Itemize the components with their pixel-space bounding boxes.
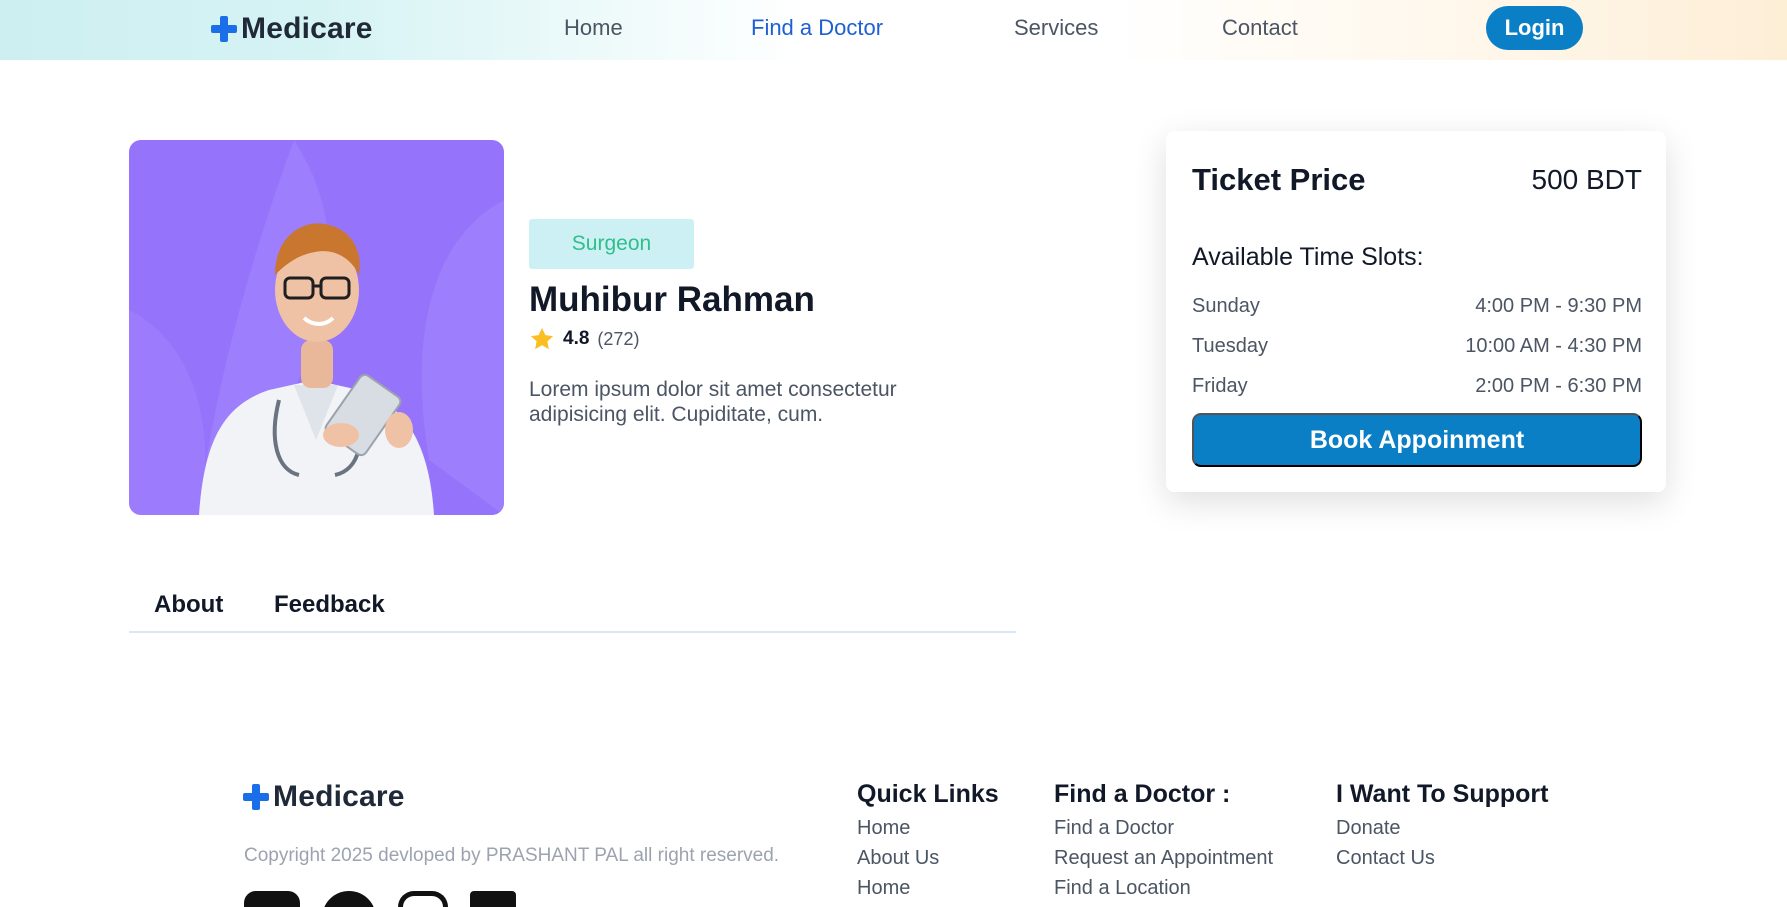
footer-column-title: Find a Doctor : [1054, 780, 1231, 808]
footer-link[interactable]: Request an Appointment [1054, 843, 1273, 873]
brand-name: Medicare [241, 12, 373, 45]
footer-column-find-a-doctor: Find a Doctor : Find a Doctor Request an… [1054, 780, 1273, 903]
ticket-panel: Ticket Price 500 BDT Available Time Slot… [1166, 131, 1666, 492]
rating-score: 4.8 [563, 328, 590, 349]
time-slot: Friday 2:00 PM - 6:30 PM [1192, 375, 1642, 403]
specialty-badge: Surgeon [529, 219, 694, 269]
profile-tabs: About Feedback [129, 583, 1016, 633]
brand-logo[interactable]: Medicare [211, 12, 373, 46]
footer-link[interactable]: Contact Us [1336, 843, 1548, 873]
time-slot: Tuesday 10:00 AM - 4:30 PM [1192, 335, 1642, 363]
copyright-text: Copyright 2025 devloped by PRASHANT PAL … [244, 845, 780, 866]
star-icon [530, 327, 554, 350]
time-slots-title: Available Time Slots: [1192, 243, 1424, 271]
slot-time: 2:00 PM - 6:30 PM [1475, 375, 1642, 397]
slot-time: 4:00 PM - 9:30 PM [1475, 295, 1642, 317]
footer-link[interactable]: Find a Location [1054, 873, 1273, 903]
tab-about[interactable]: About [154, 591, 223, 619]
footer-link[interactable]: Donate [1336, 813, 1548, 843]
time-slot: Sunday 4:00 PM - 9:30 PM [1192, 295, 1642, 323]
nav-home[interactable]: Home [564, 15, 623, 41]
login-button[interactable]: Login [1486, 6, 1583, 50]
doctor-name: Muhibur Rahman [529, 280, 815, 319]
instagram-icon[interactable] [398, 891, 448, 907]
tab-feedback[interactable]: Feedback [274, 591, 385, 619]
slot-time: 10:00 AM - 4:30 PM [1465, 335, 1642, 357]
ticket-price-label: Ticket Price [1192, 162, 1366, 197]
site-header: Medicare Home Find a Doctor Services Con… [0, 0, 1787, 60]
footer-link[interactable]: About Us [857, 843, 999, 873]
slot-day: Friday [1192, 375, 1248, 397]
slot-day: Sunday [1192, 295, 1260, 317]
linkedin-icon[interactable] [470, 891, 516, 907]
footer-brand-name: Medicare [273, 780, 405, 813]
doctor-description: Lorem ipsum dolor sit amet consectetur a… [529, 378, 897, 426]
github-icon[interactable] [322, 891, 376, 907]
book-appointment-button[interactable]: Book Appoinment [1192, 413, 1642, 467]
youtube-icon[interactable] [244, 891, 300, 907]
social-links [244, 891, 516, 907]
footer-brand-logo[interactable]: Medicare [243, 780, 405, 814]
ticket-price-value: 500 BDT [1531, 164, 1643, 195]
footer-link[interactable]: Find a Doctor [1054, 813, 1273, 843]
nav-find-a-doctor[interactable]: Find a Doctor [751, 15, 883, 41]
medical-cross-icon [211, 16, 237, 42]
medical-cross-icon [243, 784, 269, 810]
doctor-photo [129, 140, 504, 515]
footer-link[interactable]: Home [857, 813, 999, 843]
footer-column-title: Quick Links [857, 780, 999, 808]
slot-day: Tuesday [1192, 335, 1268, 357]
nav-contact[interactable]: Contact [1222, 15, 1298, 41]
footer-column-support: I Want To Support Donate Contact Us [1336, 780, 1548, 873]
doctor-illustration [129, 140, 504, 515]
footer-link[interactable]: Home [857, 873, 999, 903]
nav-services[interactable]: Services [1014, 15, 1098, 41]
footer-column-quick-links: Quick Links Home About Us Home [857, 780, 999, 903]
footer-column-title: I Want To Support [1336, 780, 1549, 808]
doctor-rating: 4.8 (272) [529, 326, 639, 352]
review-count: (272) [597, 328, 640, 349]
